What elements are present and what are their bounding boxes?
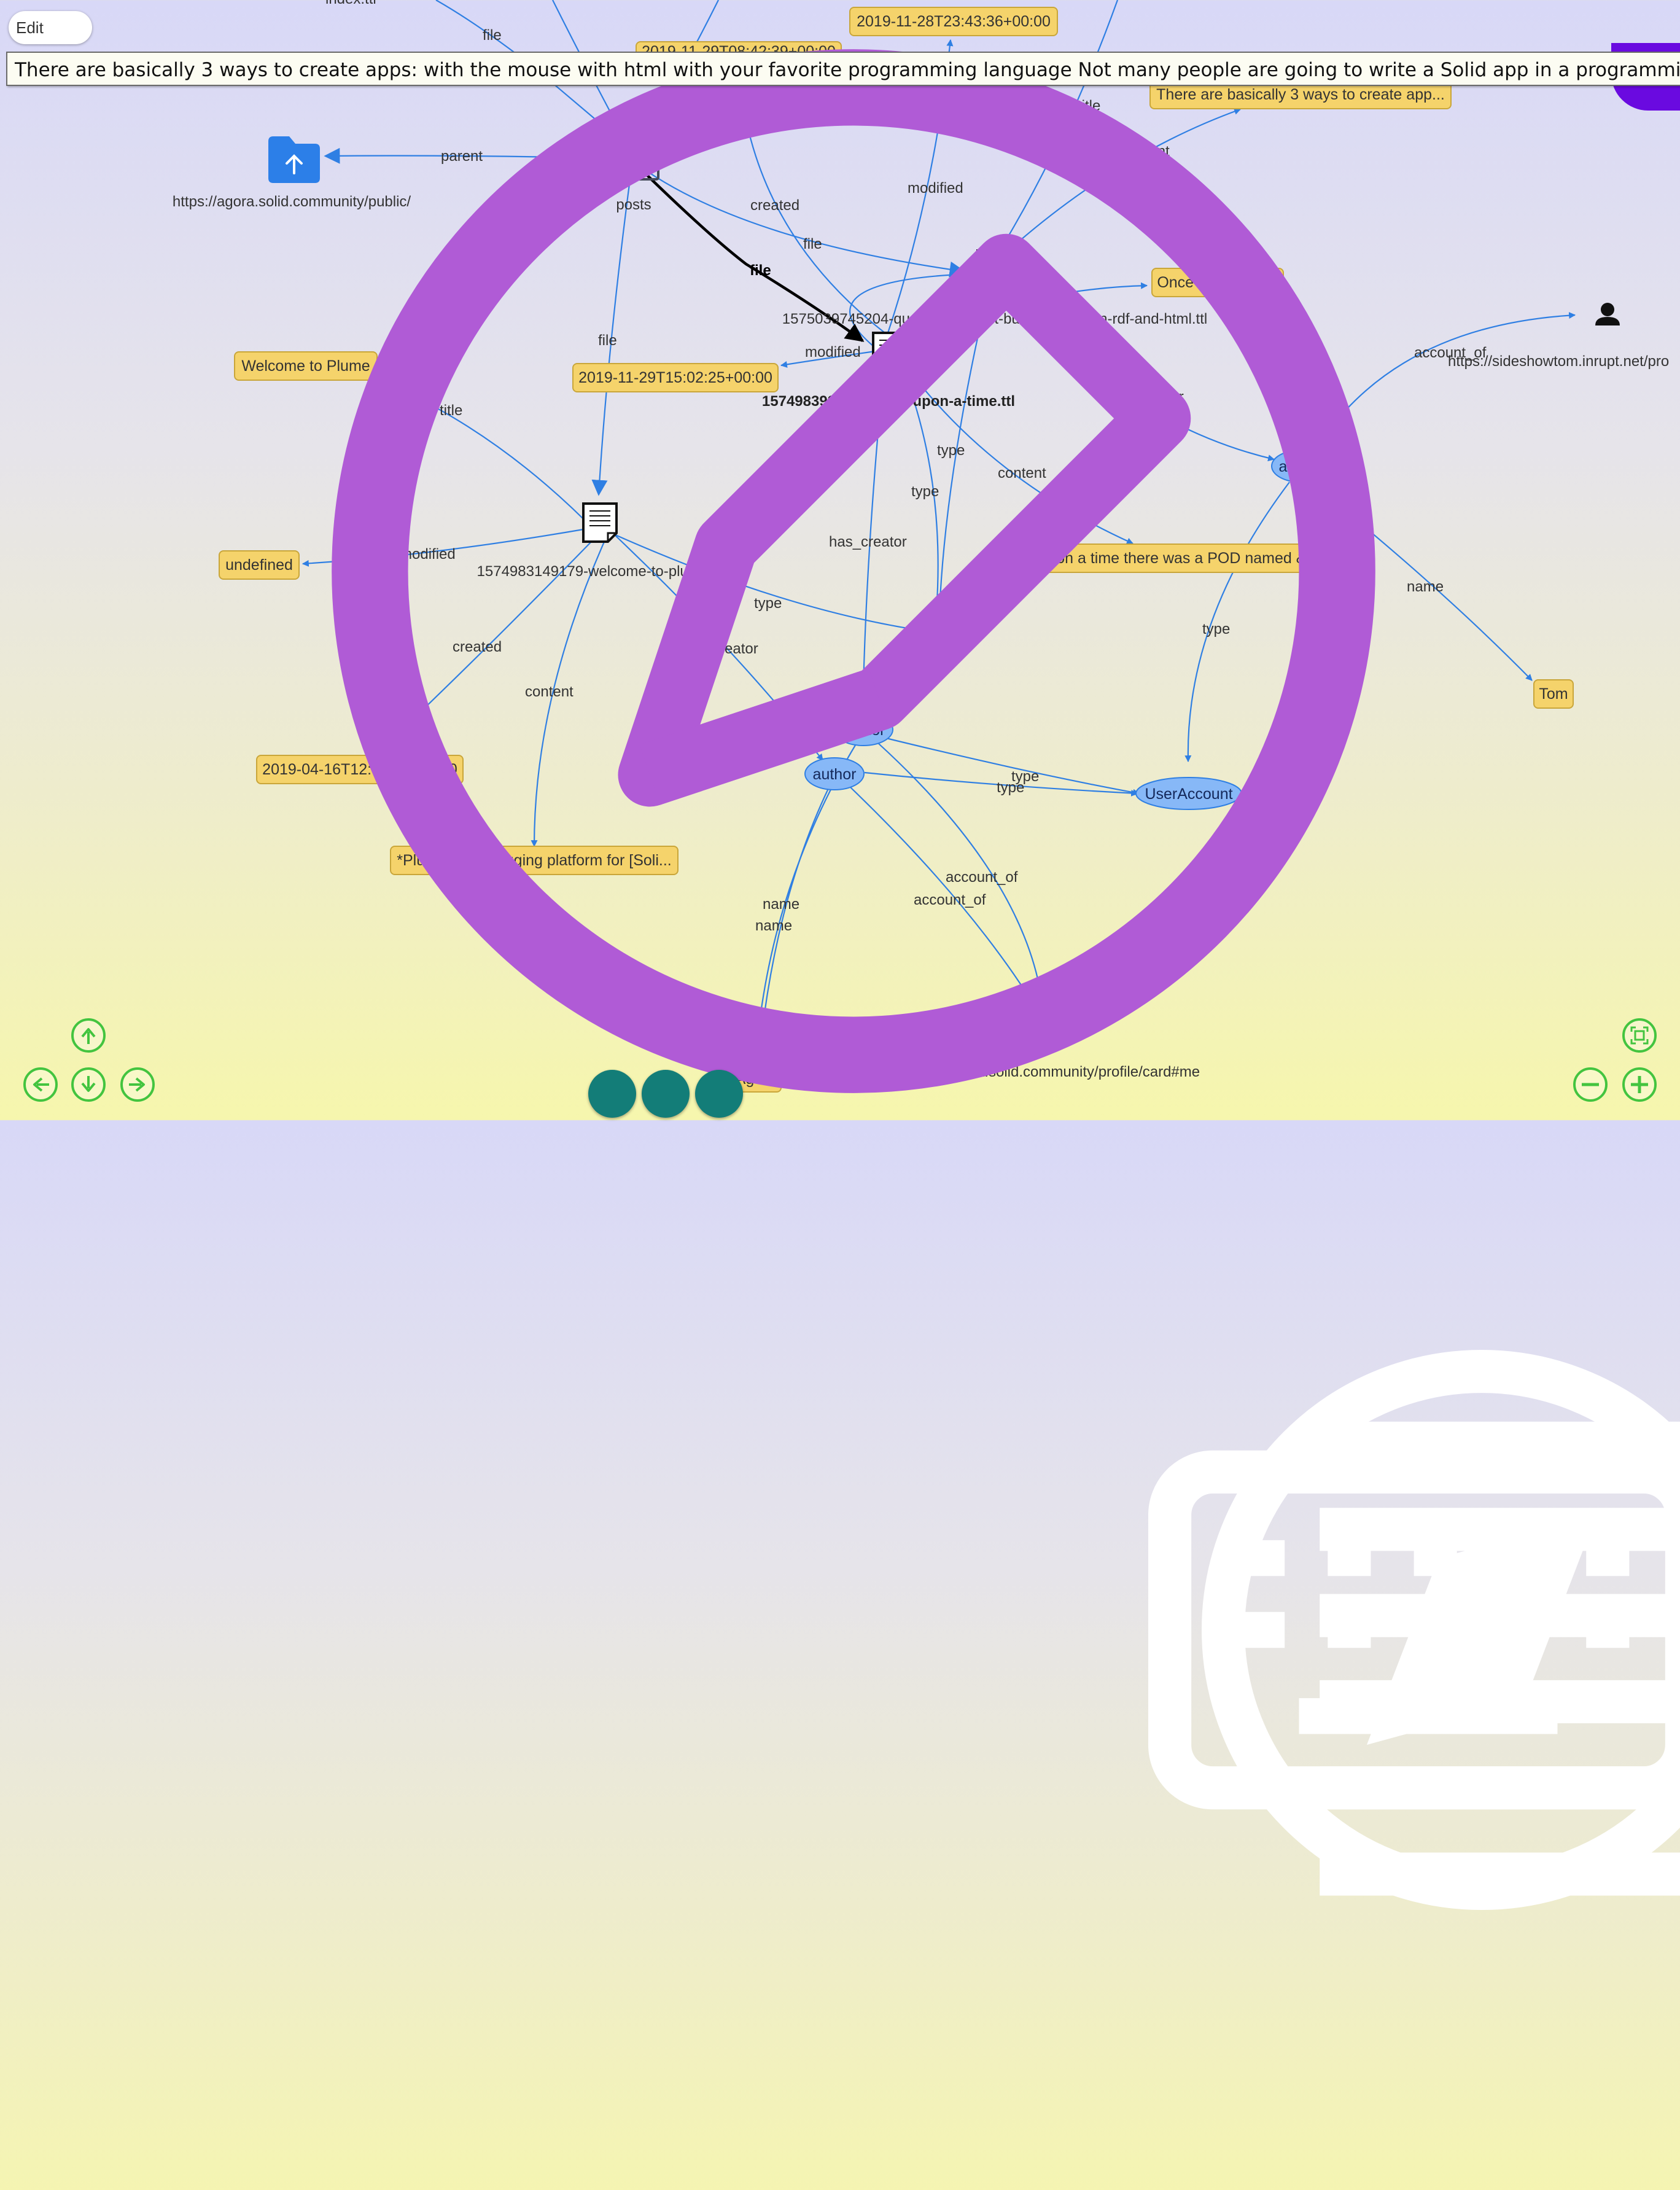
keyboard-button[interactable] [588, 1070, 1680, 1810]
node-tooltip: There are basically 3 ways to create app… [6, 52, 1680, 86]
node-label: index.ttl [325, 0, 376, 7]
compass-button[interactable] [642, 1070, 1680, 1910]
fit-screen-icon[interactable] [1621, 1017, 1658, 1054]
pencil-circle-icon [332, 49, 1375, 1093]
edit-button[interactable]: Edit [9, 11, 1375, 1093]
arrow-down-circle-icon[interactable] [70, 1066, 107, 1103]
list-icon [1320, 1421, 1680, 1896]
list-button[interactable] [695, 1070, 1680, 1896]
arrow-up-circle-icon[interactable] [70, 1017, 107, 1054]
arrow-left-circle-icon[interactable] [22, 1066, 59, 1103]
graph-canvas[interactable]: file parent created modified title conte… [0, 0, 1680, 1910]
arrow-right-circle-icon[interactable] [119, 1066, 156, 1103]
